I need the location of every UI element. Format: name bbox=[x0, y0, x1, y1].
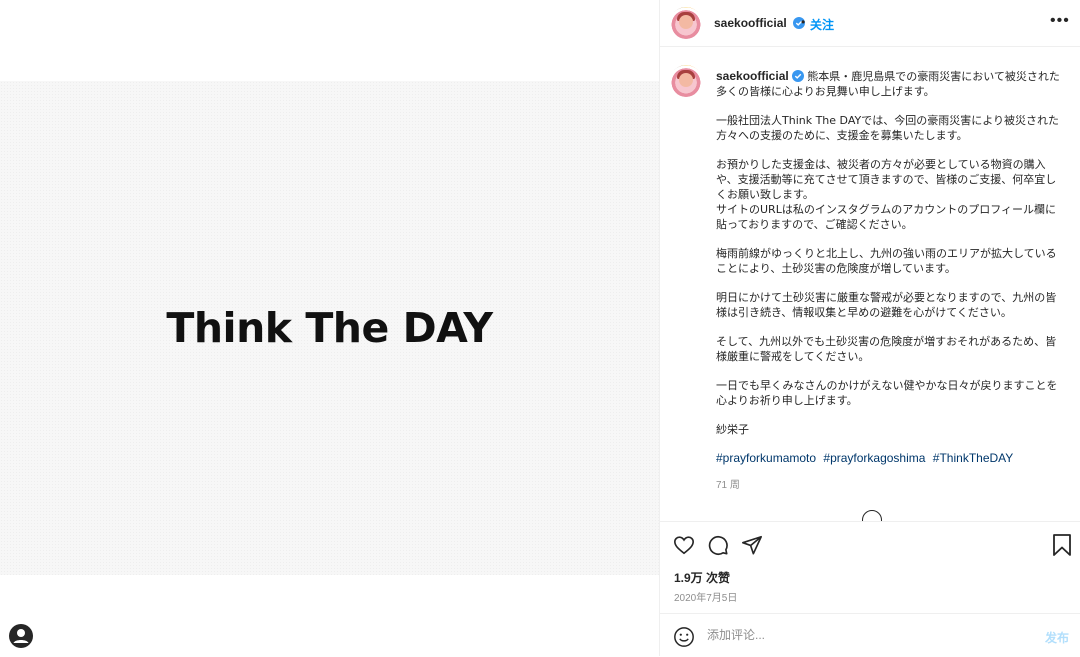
hashtag-list: #prayforkumamoto #prayforkagoshima #Thin… bbox=[716, 451, 1066, 466]
post-header: saekoofficial • 关注 ••• bbox=[660, 0, 1080, 47]
caption-paragraph: お預かりした支援金は、被災者の方々が必要としている物資の購入や、支援活動等に充て… bbox=[716, 158, 1057, 231]
comments-section[interactable]: saekoofficial 熊本県・鹿児島県での豪雨災害において被災された多くの… bbox=[660, 47, 1080, 521]
comment-input[interactable] bbox=[707, 628, 1027, 642]
caption-paragraph: 一般社団法人Think The DAYでは、今回の豪雨災害により被災された方々へ… bbox=[716, 114, 1059, 142]
post-caption: saekoofficial 熊本県・鹿児島県での豪雨災害において被災された多くの… bbox=[716, 69, 1066, 493]
post-image[interactable]: Think The DAY bbox=[0, 81, 659, 575]
emoji-icon[interactable] bbox=[673, 626, 695, 648]
caption-author-avatar[interactable] bbox=[670, 65, 702, 97]
author-username[interactable]: saekoofficial bbox=[714, 16, 806, 30]
media-panel: Think The DAY bbox=[0, 0, 659, 656]
add-comment-bar: 发布 bbox=[660, 613, 1080, 657]
author-username-text[interactable]: saekoofficial bbox=[714, 16, 787, 30]
author-avatar[interactable] bbox=[670, 7, 702, 39]
post-date: 2020年7月5日 bbox=[674, 593, 738, 604]
load-more-comments-icon[interactable] bbox=[862, 510, 882, 521]
more-options-icon[interactable]: ••• bbox=[1050, 13, 1070, 29]
caption-paragraph: 明日にかけて土砂災害に厳重な警戒が必要となりますので、九州の皆様は引き続き、情報… bbox=[716, 291, 1057, 319]
caption-paragraph: 梅雨前線がゆっくりと北上し、九州の強い雨のエリアが拡大していることにより、土砂災… bbox=[716, 247, 1057, 275]
verified-badge-icon bbox=[791, 70, 804, 82]
follow-button[interactable]: 关注 bbox=[810, 16, 834, 33]
post-comment-button[interactable]: 发布 bbox=[1045, 629, 1069, 646]
hashtag-link[interactable]: #prayforkumamoto bbox=[716, 451, 816, 465]
like-heart-icon[interactable] bbox=[673, 534, 695, 556]
caption-paragraph: そして、九州以外でも土砂災害の危険度が増すおそれがあるため、皆様厳重に警戒をして… bbox=[716, 335, 1057, 363]
caption-signature: 紗栄子 bbox=[716, 423, 749, 436]
caption-paragraph: saekoofficial 熊本県・鹿児島県での豪雨災害において被災された多くの… bbox=[716, 69, 1066, 99]
hashtag-link[interactable]: #prayforkagoshima bbox=[823, 451, 925, 465]
caption-time-ago: 71 周 bbox=[716, 480, 740, 491]
separator-dot: • bbox=[801, 15, 806, 29]
likes-count[interactable]: 1.9万 次赞 bbox=[674, 569, 730, 586]
comment-icon[interactable] bbox=[707, 534, 729, 556]
caption-paragraph: 一日でも早くみなさんのかけがえない健やかな日々が戻りますことを心よりお祈り申し上… bbox=[716, 379, 1058, 407]
post-image-text: Think The DAY bbox=[166, 304, 493, 352]
user-icon[interactable] bbox=[9, 624, 33, 648]
hashtag-link[interactable]: #ThinkTheDAY bbox=[933, 451, 1013, 465]
caption-username[interactable]: saekoofficial bbox=[716, 69, 789, 83]
share-icon[interactable] bbox=[741, 534, 763, 556]
action-bar: 1.9万 次赞 2020年7月5日 bbox=[660, 521, 1080, 614]
post-details-panel: saekoofficial • 关注 ••• saekoofficial 熊本県… bbox=[659, 0, 1080, 656]
save-bookmark-icon[interactable] bbox=[1051, 533, 1073, 557]
